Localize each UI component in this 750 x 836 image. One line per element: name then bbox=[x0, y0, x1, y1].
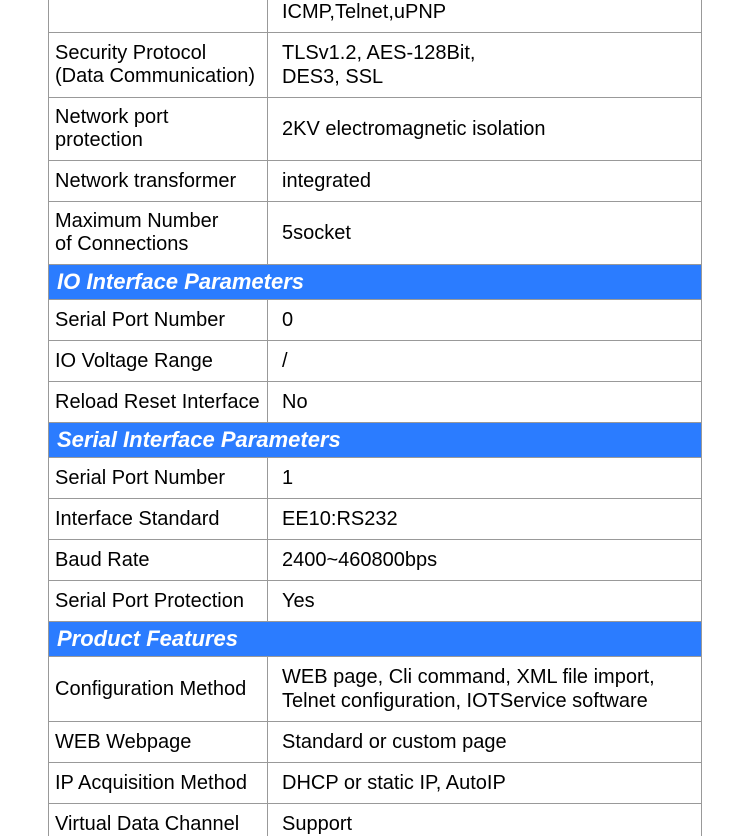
spec-value: 2400~460800bps bbox=[268, 540, 702, 580]
spec-label: Serial Port Protection bbox=[48, 581, 268, 621]
spec-label: Serial Port Number bbox=[48, 300, 268, 340]
spec-row: Network transformerintegrated bbox=[48, 161, 702, 202]
spec-value: Standard or custom page bbox=[268, 722, 702, 762]
spec-value: WEB page, Cli command, XML file import, … bbox=[268, 657, 702, 721]
spec-value: ICMP,Telnet,uPNP bbox=[268, 0, 702, 32]
spec-label bbox=[48, 0, 268, 32]
spec-label: Virtual Data Channel bbox=[48, 804, 268, 836]
section-header: Product Features bbox=[48, 622, 702, 657]
spec-label: Maximum Numberof Connections bbox=[48, 202, 268, 264]
spec-row: Baud Rate2400~460800bps bbox=[48, 540, 702, 581]
spec-row: Configuration MethodWEB page, Cli comman… bbox=[48, 657, 702, 722]
spec-label: Network transformer bbox=[48, 161, 268, 201]
spec-label: WEB Webpage bbox=[48, 722, 268, 762]
spec-label: Serial Port Number bbox=[48, 458, 268, 498]
spec-row: Serial Port ProtectionYes bbox=[48, 581, 702, 622]
spec-value: integrated bbox=[268, 161, 702, 201]
spec-label: Interface Standard bbox=[48, 499, 268, 539]
spec-label: Network portprotection bbox=[48, 98, 268, 160]
spec-row: Maximum Numberof Connections5socket bbox=[48, 202, 702, 265]
spec-value: Yes bbox=[268, 581, 702, 621]
spec-row: Reload Reset InterfaceNo bbox=[48, 382, 702, 423]
spec-row: IO Voltage Range/ bbox=[48, 341, 702, 382]
spec-value: 1 bbox=[268, 458, 702, 498]
spec-row: Serial Port Number0 bbox=[48, 300, 702, 341]
spec-row: Interface StandardEE10:RS232 bbox=[48, 499, 702, 540]
spec-row: IP Acquisition MethodDHCP or static IP, … bbox=[48, 763, 702, 804]
spec-row: WEB WebpageStandard or custom page bbox=[48, 722, 702, 763]
spec-table: ICMP,Telnet,uPNPSecurity Protocol(Data C… bbox=[48, 0, 702, 836]
spec-value: Support bbox=[268, 804, 702, 836]
spec-label: IO Voltage Range bbox=[48, 341, 268, 381]
spec-label: Reload Reset Interface bbox=[48, 382, 268, 422]
spec-label: Baud Rate bbox=[48, 540, 268, 580]
spec-label: Security Protocol(Data Communication) bbox=[48, 33, 268, 97]
section-header: IO Interface Parameters bbox=[48, 265, 702, 300]
spec-row: Network portprotection2KV electromagneti… bbox=[48, 98, 702, 161]
spec-value: EE10:RS232 bbox=[268, 499, 702, 539]
spec-value: DHCP or static IP, AutoIP bbox=[268, 763, 702, 803]
section-header: Serial Interface Parameters bbox=[48, 423, 702, 458]
spec-row: Security Protocol(Data Communication)TLS… bbox=[48, 33, 702, 98]
spec-value: 5socket bbox=[268, 202, 702, 264]
spec-label: Configuration Method bbox=[48, 657, 268, 721]
spec-value: 0 bbox=[268, 300, 702, 340]
spec-value: / bbox=[268, 341, 702, 381]
spec-label: IP Acquisition Method bbox=[48, 763, 268, 803]
spec-value: TLSv1.2, AES-128Bit,DES3, SSL bbox=[268, 33, 702, 97]
spec-value: No bbox=[268, 382, 702, 422]
spec-row: ICMP,Telnet,uPNP bbox=[48, 0, 702, 33]
spec-value: 2KV electromagnetic isolation bbox=[268, 98, 702, 160]
spec-row: Virtual Data ChannelSupport bbox=[48, 804, 702, 836]
spec-row: Serial Port Number1 bbox=[48, 458, 702, 499]
